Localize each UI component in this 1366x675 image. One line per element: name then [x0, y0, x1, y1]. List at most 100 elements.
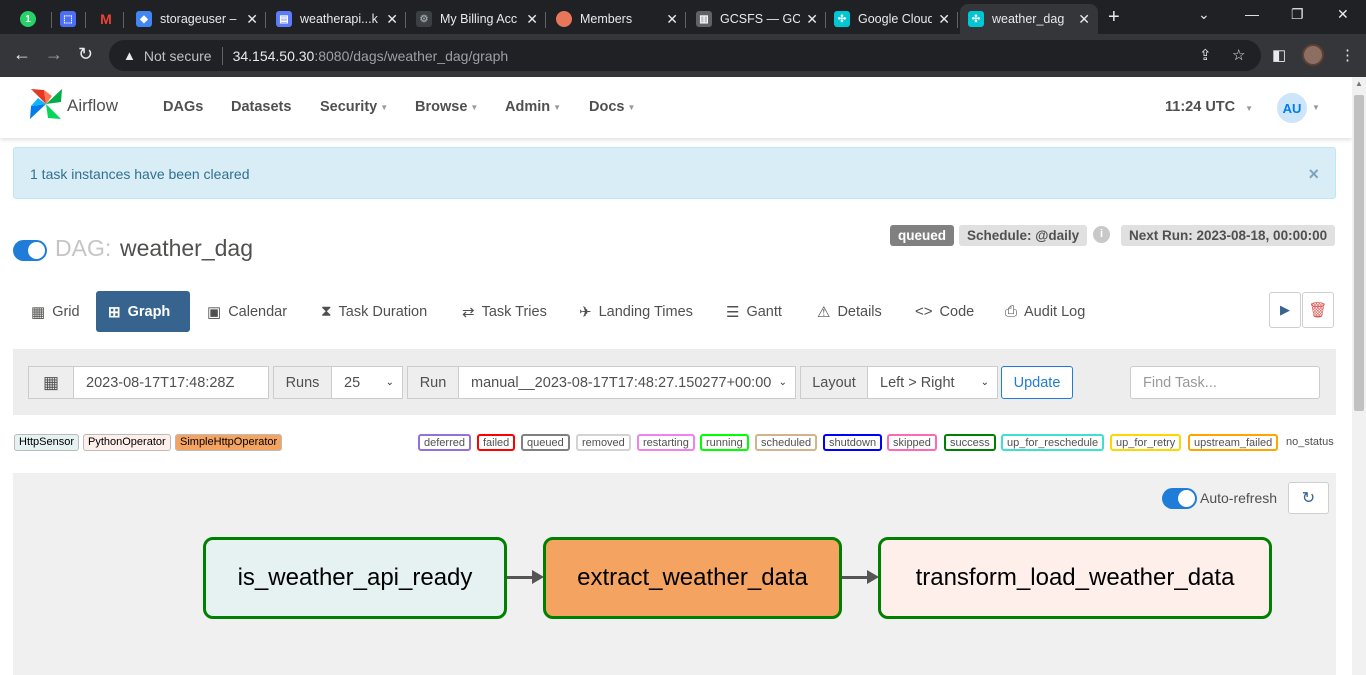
- task-node-extract-weather-data[interactable]: extract_weather_data: [543, 537, 842, 619]
- close-icon[interactable]: ×: [1308, 164, 1319, 185]
- restore-icon[interactable]: ❐: [1291, 6, 1304, 23]
- menu-label: Admin: [505, 99, 551, 115]
- close-icon[interactable]: ✕: [526, 11, 538, 28]
- menu-browse[interactable]: Browse ▼: [415, 99, 478, 115]
- trigger-dag-button[interactable]: ▶: [1269, 292, 1301, 328]
- task-node-label: extract_weather_data: [577, 564, 808, 591]
- chevron-down-icon: ⌄: [778, 377, 787, 388]
- state-legend-restarting[interactable]: restarting: [637, 434, 695, 451]
- state-legend-queued[interactable]: queued: [521, 434, 570, 451]
- brain-icon: [556, 11, 572, 27]
- schedule-badge[interactable]: Schedule: @daily: [959, 225, 1088, 246]
- runs-label: Runs: [273, 366, 332, 399]
- browser-tab-active[interactable]: ✣ weather_dag ✕: [960, 4, 1098, 34]
- tab-calendar[interactable]: ▣ Calendar: [195, 291, 299, 332]
- close-window-icon[interactable]: ✕: [1337, 6, 1349, 23]
- state-legend-shutdown[interactable]: shutdown: [823, 434, 883, 451]
- run-select[interactable]: manual__2023-08-17T17:48:27.150277+00:00…: [458, 366, 796, 399]
- task-node-is-weather-api-ready[interactable]: is_weather_api_ready: [203, 537, 507, 619]
- url-path: :8080/dags/weather_dag/graph: [314, 47, 509, 64]
- caret-down-icon[interactable]: ▼: [1312, 103, 1320, 112]
- state-legend-upstream-failed[interactable]: upstream_failed: [1188, 434, 1279, 451]
- tab-details[interactable]: ⚠ Details: [805, 291, 894, 332]
- profile-avatar[interactable]: [1302, 44, 1324, 66]
- tab-task-duration[interactable]: ⧗ Task Duration: [309, 291, 439, 332]
- menu-datasets[interactable]: Datasets: [231, 99, 291, 115]
- state-legend-success[interactable]: success: [944, 434, 996, 451]
- close-icon[interactable]: ✕: [246, 11, 258, 28]
- tab-landing-times[interactable]: ✈ Landing Times: [567, 291, 705, 332]
- browser-tab-7[interactable]: ▥ GCSFS — GCS ✕: [688, 4, 826, 34]
- address-bar[interactable]: ▲ Not secure 34.154.50.30:8080/dags/weat…: [109, 40, 1261, 71]
- state-legend-removed[interactable]: removed: [576, 434, 631, 451]
- refresh-button[interactable]: ↻: [1288, 482, 1329, 514]
- tab-graph[interactable]: ⊞ Graph: [96, 291, 190, 332]
- hourglass-icon: ⧗: [321, 303, 332, 320]
- update-button[interactable]: Update: [1001, 366, 1073, 399]
- legend-label: up_for_reschedule: [1007, 437, 1099, 449]
- state-legend-deferred[interactable]: deferred: [418, 434, 471, 451]
- airflow-logo-icon[interactable]: [28, 86, 64, 122]
- tab-grid[interactable]: ▦ Grid: [19, 291, 92, 332]
- base-date-input[interactable]: 2023-08-17T17:48:28Z: [73, 366, 269, 399]
- forward-icon[interactable]: →: [45, 44, 63, 65]
- browser-tab-0[interactable]: 1: [12, 4, 52, 34]
- tab-task-tries[interactable]: ⇄ Task Tries: [450, 291, 559, 332]
- task-node-label: is_weather_api_ready: [237, 564, 473, 591]
- close-icon[interactable]: ✕: [386, 11, 398, 28]
- info-icon[interactable]: i: [1093, 226, 1110, 243]
- dag-pause-toggle[interactable]: [13, 240, 47, 261]
- dag-graph-canvas[interactable]: Auto-refresh ↻ is_weather_api_ready extr…: [13, 473, 1336, 675]
- state-legend-running[interactable]: running: [700, 434, 749, 451]
- close-icon[interactable]: ✕: [1078, 11, 1090, 28]
- back-icon[interactable]: ←: [13, 44, 31, 65]
- caret-down-icon: ▼: [380, 102, 389, 112]
- browser-tab-5[interactable]: ⚙ My Billing Acc ✕: [408, 4, 546, 34]
- auto-refresh-toggle[interactable]: [1162, 488, 1197, 509]
- page-scrollbar[interactable]: ▲: [1352, 77, 1366, 675]
- state-legend-up-for-retry[interactable]: up_for_retry: [1110, 434, 1182, 451]
- calendar-button[interactable]: ▦: [28, 366, 74, 399]
- state-legend-up-for-reschedule[interactable]: up_for_reschedule: [1001, 434, 1105, 451]
- browser-tab-2[interactable]: M: [90, 4, 124, 34]
- browser-tab-3[interactable]: ◆ storageuser – ✕: [128, 4, 266, 34]
- menu-dags[interactable]: DAGs: [163, 99, 203, 115]
- state-legend-failed[interactable]: failed: [477, 434, 516, 451]
- plane-icon: ✈: [579, 303, 592, 321]
- state-legend-no-status[interactable]: no_status: [1286, 436, 1334, 448]
- scrollbar-thumb[interactable]: [1354, 95, 1364, 411]
- brand-name[interactable]: Airflow: [67, 96, 118, 116]
- state-legend-scheduled[interactable]: scheduled: [755, 434, 818, 451]
- browser-tab-8[interactable]: ✣ Google Cloud ✕: [826, 4, 958, 34]
- tab-gantt[interactable]: ☰ Gantt: [714, 291, 794, 332]
- tab-search-icon[interactable]: ⌄: [1198, 6, 1210, 23]
- side-panel-icon[interactable]: ◧: [1272, 46, 1286, 64]
- browser-tab-6[interactable]: Members ✕: [548, 4, 686, 34]
- close-icon[interactable]: ✕: [666, 11, 678, 28]
- new-tab-button[interactable]: +: [1108, 6, 1120, 29]
- minimize-icon[interactable]: —: [1245, 6, 1259, 22]
- close-icon[interactable]: ✕: [806, 11, 818, 28]
- delete-dag-button[interactable]: 🗑: [1302, 292, 1334, 328]
- menu-security[interactable]: Security ▼: [320, 99, 388, 115]
- browser-tab-4[interactable]: ▤ weatherapi...k ✕: [268, 4, 406, 34]
- tab-code[interactable]: <> Code: [903, 291, 986, 332]
- share-icon[interactable]: ⇪: [1199, 46, 1212, 64]
- runs-select[interactable]: 25 ⌄: [331, 366, 403, 399]
- warning-icon: ⚠: [817, 303, 831, 321]
- close-icon[interactable]: ✕: [938, 11, 950, 28]
- layout-select[interactable]: Left > Right ⌄: [867, 366, 998, 399]
- menu-admin[interactable]: Admin ▼: [505, 99, 561, 115]
- user-avatar[interactable]: AU: [1277, 93, 1307, 123]
- task-node-transform-load-weather-data[interactable]: transform_load_weather_data: [878, 537, 1272, 619]
- state-legend-skipped[interactable]: skipped: [887, 434, 937, 451]
- menu-docs[interactable]: Docs ▼: [589, 99, 635, 115]
- scroll-up-icon[interactable]: ▲: [1355, 79, 1363, 88]
- browser-tab-1[interactable]: ⬚: [52, 4, 86, 34]
- tab-audit-log[interactable]: ⎙ Audit Log: [993, 291, 1097, 332]
- kebab-menu-icon[interactable]: ⋮: [1340, 46, 1355, 64]
- bookmark-star-icon[interactable]: ☆: [1232, 46, 1245, 64]
- reload-icon[interactable]: ↻: [78, 44, 93, 65]
- clock-dropdown[interactable]: 11:24 UTC ▼: [1165, 99, 1253, 115]
- find-task-input[interactable]: Find Task...: [1130, 366, 1320, 399]
